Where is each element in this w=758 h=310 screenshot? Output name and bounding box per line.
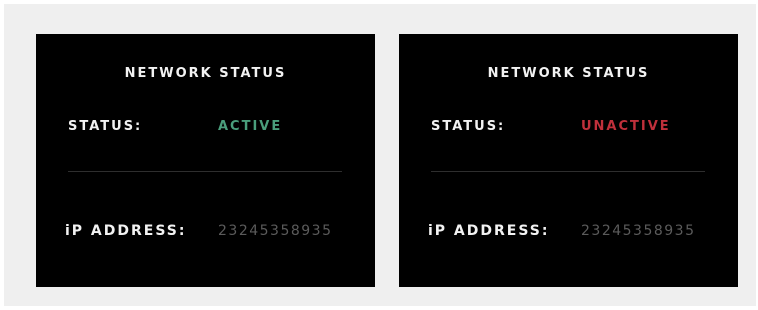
status-label: STATUS: bbox=[431, 119, 506, 134]
status-value: ACTIVE bbox=[218, 119, 283, 134]
status-value: UNACTIVE bbox=[581, 119, 671, 134]
ip-address-label: iP ADDRESS: bbox=[65, 223, 187, 239]
ip-address-value: 23245358935 bbox=[218, 223, 333, 239]
card-title: NETWORK STATUS bbox=[487, 66, 650, 81]
status-label: STATUS: bbox=[68, 119, 143, 134]
divider bbox=[431, 171, 705, 172]
card-title: NETWORK STATUS bbox=[124, 66, 287, 81]
network-status-card-inactive: NETWORK STATUS STATUS: UNACTIVE iP ADDRE… bbox=[399, 34, 738, 287]
divider bbox=[68, 171, 342, 172]
ip-address-value: 23245358935 bbox=[581, 223, 696, 239]
ip-address-label: iP ADDRESS: bbox=[428, 223, 550, 239]
network-status-card-active: NETWORK STATUS STATUS: ACTIVE iP ADDRESS… bbox=[36, 34, 375, 287]
